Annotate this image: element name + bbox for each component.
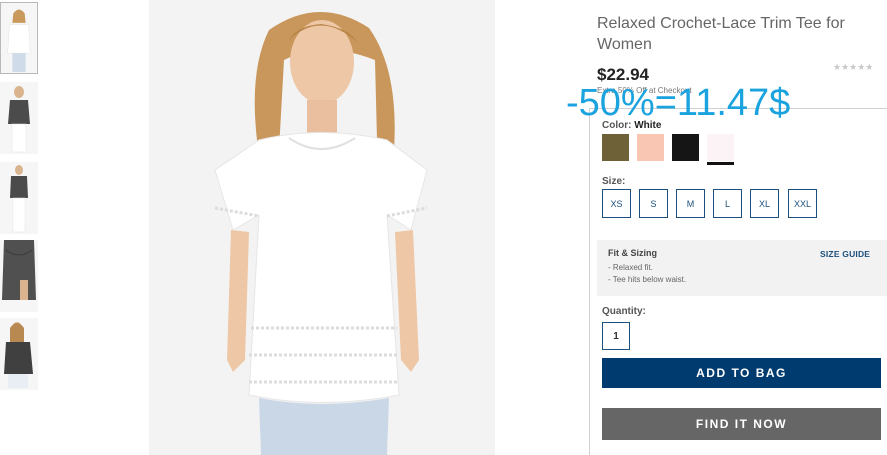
thumbnail-3[interactable] [0,162,38,234]
size-xxl-button[interactable]: XXL [788,189,817,218]
swatch-white[interactable] [707,134,734,165]
thumbnail-image [0,240,38,312]
thumbnail-image [0,318,38,390]
thumbnail-2[interactable] [0,82,38,154]
fit-title: Fit & Sizing [608,248,657,258]
size-s-button[interactable]: S [639,189,668,218]
thumbnail-image [1,3,37,73]
fit-line: - Tee hits below waist. [608,275,687,284]
fit-sizing-box: Fit & Sizing SIZE GUIDE - Relaxed fit. -… [597,240,887,296]
size-m-button[interactable]: M [676,189,705,218]
size-xs-button[interactable]: XS [602,189,631,218]
model-illustration [149,0,495,455]
swatch-fill [602,134,629,161]
swatch-fill [707,134,734,161]
thumbnail-5[interactable] [0,318,38,390]
swatch-black[interactable] [672,134,699,161]
product-main-image [149,0,495,455]
size-guide-link[interactable]: SIZE GUIDE [820,249,870,259]
find-it-now-button[interactable]: FIND IT NOW [602,408,881,440]
swatch-olive[interactable] [602,134,629,161]
swatch-peach[interactable] [637,134,664,161]
quantity-label: Quantity: [602,306,646,317]
size-label: Size: [602,176,626,187]
product-info-panel: Relaxed Crochet-Lace Trim Tee for Women … [566,0,887,455]
swatch-fill [637,134,664,161]
size-l-button[interactable]: L [713,189,742,218]
quantity-input[interactable]: 1 [602,322,630,350]
product-title: Relaxed Crochet-Lace Trim Tee for Women [597,15,845,53]
panel-left-border [589,108,590,455]
size-xl-button[interactable]: XL [750,189,779,218]
add-to-bag-button[interactable]: ADD TO BAG [602,358,881,388]
swatch-fill [672,134,699,161]
fit-line: - Relaxed fit. [608,263,653,272]
thumbnail-4[interactable] [0,240,38,312]
thumbnail-1[interactable] [0,2,38,74]
thumbnail-image [0,82,38,154]
discount-overlay-text: -50%=11.47$ [566,82,791,124]
thumbnail-image [0,162,38,234]
rating-stars-icon[interactable]: ★★★★★ [833,62,873,73]
